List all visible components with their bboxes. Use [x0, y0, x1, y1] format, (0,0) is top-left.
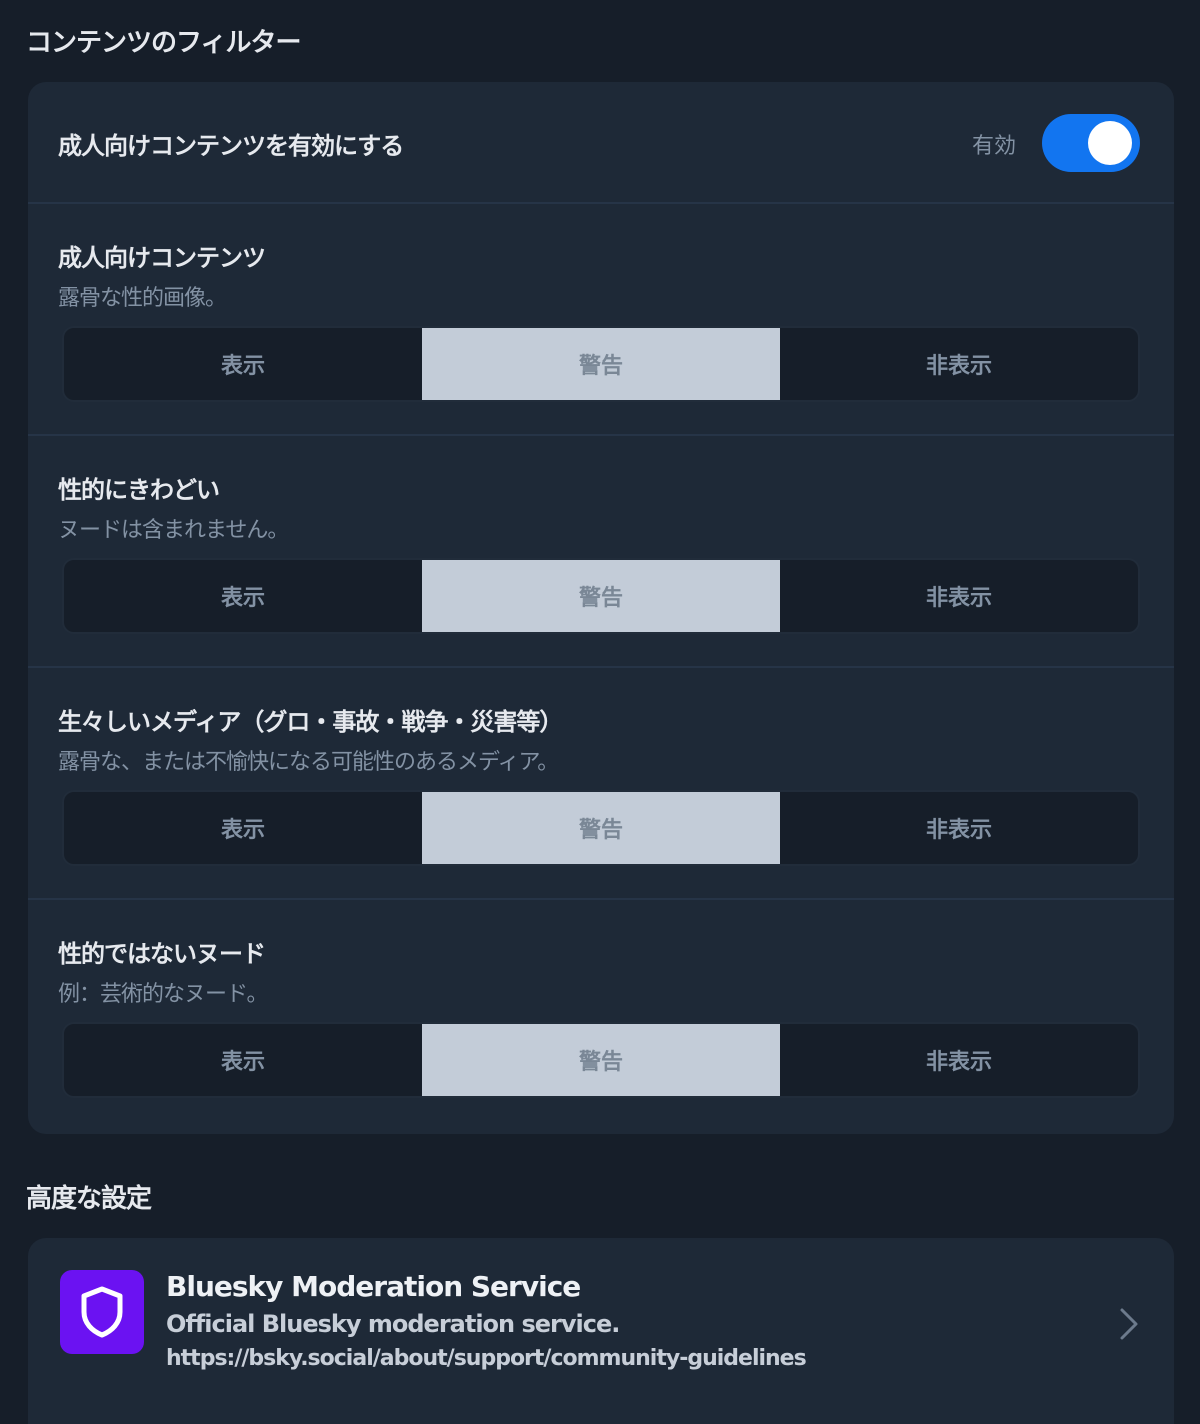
filter-adult-content: 成人向けコンテンツ 露骨な性的画像。 表示 警告 非表示 — [28, 204, 1174, 436]
option-hide-button[interactable]: 非表示 — [780, 1024, 1138, 1096]
service-name: Bluesky Moderation Service — [166, 1270, 581, 1303]
content-filters-card: 成人向けコンテンツを有効にする 有効 成人向けコンテンツ 露骨な性的画像。 表示… — [28, 82, 1174, 1134]
option-hide-button[interactable]: 非表示 — [780, 792, 1138, 864]
option-show-button[interactable]: 表示 — [64, 1024, 422, 1096]
filter-title: 性的ではないヌード — [58, 940, 266, 968]
moderation-settings-page: コンテンツのフィルター 成人向けコンテンツを有効にする 有効 成人向けコンテンツ… — [0, 0, 1200, 1424]
visibility-segmented-control: 表示 警告 非表示 — [62, 558, 1140, 634]
adult-content-toggle-label: 成人向けコンテンツを有効にする — [58, 132, 404, 160]
option-hide-button[interactable]: 非表示 — [780, 560, 1138, 632]
option-warn-button[interactable]: 警告 — [422, 792, 780, 864]
adult-content-toggle-row: 成人向けコンテンツを有効にする 有効 — [28, 82, 1174, 204]
filter-description: 露骨な性的画像。 — [58, 286, 227, 311]
visibility-segmented-control: 表示 警告 非表示 — [62, 326, 1140, 402]
filter-title: 生々しいメディア（グロ・事故・戦争・災害等） — [58, 708, 563, 736]
option-show-button[interactable]: 表示 — [64, 792, 422, 864]
toggle-state-label: 有効 — [972, 134, 1017, 159]
service-link[interactable]: https://bsky.social/about/support/commun… — [166, 1346, 807, 1371]
option-warn-button[interactable]: 警告 — [422, 328, 780, 400]
content-filters-heading: コンテンツのフィルター — [26, 28, 301, 58]
advanced-settings-heading: 高度な設定 — [26, 1184, 152, 1214]
moderation-service-item[interactable]: Bluesky Moderation Service Official Blue… — [28, 1238, 1174, 1408]
filter-sexually-suggestive: 性的にきわどい ヌードは含まれません。 表示 警告 非表示 — [28, 436, 1174, 668]
shield-icon — [81, 1286, 123, 1338]
visibility-segmented-control: 表示 警告 非表示 — [62, 1022, 1140, 1098]
filter-title: 成人向けコンテンツ — [58, 244, 266, 272]
adult-content-toggle[interactable] — [1042, 114, 1140, 172]
moderation-service-card: Bluesky Moderation Service Official Blue… — [28, 1238, 1174, 1424]
filter-description: 露骨な、または不愉快になる可能性のあるメディア。 — [58, 750, 559, 775]
chevron-right-icon — [1120, 1308, 1138, 1340]
service-avatar — [60, 1270, 144, 1354]
option-hide-button[interactable]: 非表示 — [780, 328, 1138, 400]
toggle-knob — [1088, 121, 1132, 165]
service-description: Official Bluesky moderation service. — [166, 1310, 620, 1338]
filter-description: ヌードは含まれません。 — [58, 518, 289, 543]
visibility-segmented-control: 表示 警告 非表示 — [62, 790, 1140, 866]
filter-title: 性的にきわどい — [58, 476, 220, 504]
option-show-button[interactable]: 表示 — [64, 328, 422, 400]
filter-graphic-media: 生々しいメディア（グロ・事故・戦争・災害等） 露骨な、または不愉快になる可能性の… — [28, 668, 1174, 900]
filter-non-sexual-nudity: 性的ではないヌード 例：芸術的なヌード。 表示 警告 非表示 — [28, 900, 1174, 1132]
option-warn-button[interactable]: 警告 — [422, 560, 780, 632]
filter-description: 例：芸術的なヌード。 — [58, 982, 269, 1007]
option-warn-button[interactable]: 警告 — [422, 1024, 780, 1096]
option-show-button[interactable]: 表示 — [64, 560, 422, 632]
